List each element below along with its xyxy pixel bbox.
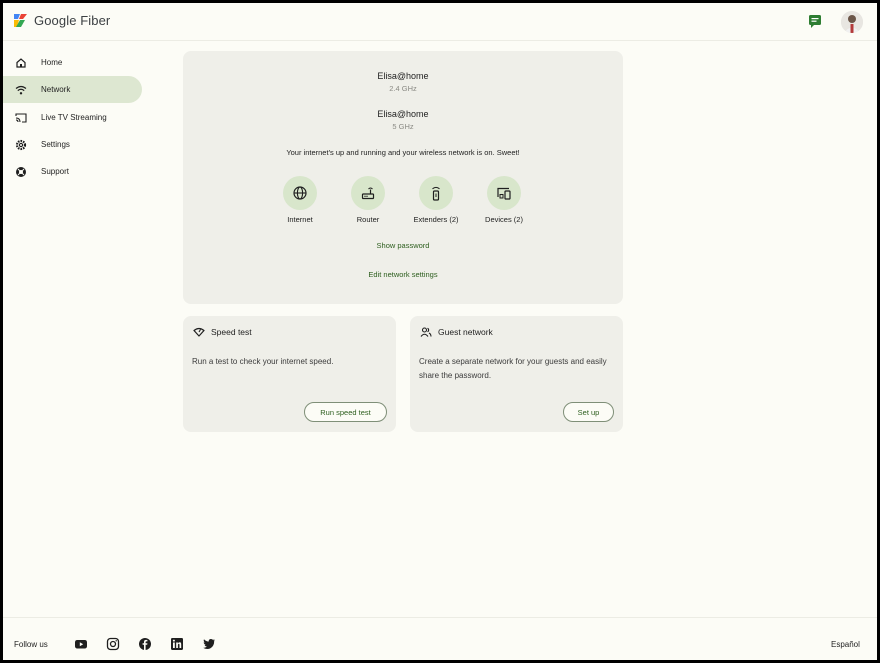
google-fiber-logo — [14, 13, 27, 27]
extenders-button[interactable] — [419, 176, 453, 210]
speed-test-description: Run a test to check your internet speed. — [192, 357, 334, 366]
sidebar-item-live-tv[interactable]: Live TV Streaming — [3, 104, 142, 131]
linkedin-icon[interactable] — [170, 637, 184, 651]
show-password-link[interactable]: Show password — [183, 241, 623, 250]
wifi-icon — [15, 85, 27, 94]
avatar-image — [841, 11, 863, 33]
network-overview-card: Elisa@home 2.4 GHz Elisa@home 5 GHz Your… — [183, 51, 623, 304]
edit-network-settings-link[interactable]: Edit network settings — [183, 270, 623, 279]
speed-test-card: Speed test Run a test to check your inte… — [183, 316, 396, 432]
guest-network-description: Create a separate network for your guest… — [419, 357, 607, 380]
app-frame: Google Fiber Home Network Live TV Stream… — [3, 3, 877, 660]
guest-network-title: Guest network — [420, 326, 493, 338]
speed-test-title: Speed test — [193, 326, 252, 338]
sidebar-item-label: Home — [41, 58, 63, 67]
instagram-icon[interactable] — [106, 637, 120, 651]
devices-label: Devices (2) — [485, 215, 523, 224]
run-speed-test-button[interactable]: Run speed test — [304, 402, 387, 422]
extender-icon — [432, 186, 440, 201]
guest-network-card: Guest network Create a separate network … — [410, 316, 623, 432]
follow-us-label: Follow us — [14, 640, 48, 649]
brand[interactable]: Google Fiber — [14, 13, 110, 28]
footer: Follow us Español — [3, 617, 877, 660]
top-header: Google Fiber — [3, 3, 877, 41]
sidebar-item-label: Settings — [41, 140, 70, 149]
network-band: 2.4 GHz — [389, 84, 417, 93]
gear-icon — [15, 139, 27, 150]
sidebar-item-settings[interactable]: Settings — [3, 131, 142, 158]
network-status-text: Your internet's up and running and your … — [286, 148, 520, 157]
network-ssid: Elisa@home — [377, 109, 429, 119]
set-up-button[interactable]: Set up — [563, 402, 614, 422]
sidebar-item-network[interactable]: Network — [3, 76, 142, 103]
chat-icon[interactable] — [807, 13, 823, 29]
speed-test-title-text: Speed test — [211, 327, 252, 337]
guests-icon — [420, 327, 432, 337]
youtube-icon[interactable] — [74, 637, 88, 651]
sidebar-item-label: Support — [41, 167, 70, 176]
cast-icon — [15, 112, 27, 123]
sidebar-item-label: Live TV Streaming — [41, 113, 107, 122]
user-avatar[interactable] — [841, 11, 863, 33]
twitter-icon[interactable] — [202, 637, 216, 651]
network-ssid: Elisa@home — [377, 71, 429, 81]
guest-network-title-text: Guest network — [438, 327, 493, 337]
support-icon — [16, 166, 26, 177]
globe-icon — [293, 186, 307, 200]
facebook-icon[interactable] — [138, 637, 152, 651]
router-button[interactable] — [351, 176, 385, 210]
network-band: 5 GHz — [392, 122, 414, 131]
internet-button[interactable] — [283, 176, 317, 210]
sidebar-item-home[interactable]: Home — [3, 49, 142, 76]
wifi-speed-icon — [193, 327, 205, 337]
sidebar-item-label: Network — [41, 85, 71, 94]
sidebar-item-support[interactable]: Support — [3, 158, 142, 185]
language-switch[interactable]: Español — [831, 640, 860, 649]
devices-icon — [497, 187, 511, 200]
devices-button[interactable] — [487, 176, 521, 210]
home-icon — [16, 57, 26, 68]
brand-name: Google Fiber — [34, 13, 111, 28]
router-icon — [361, 187, 375, 200]
